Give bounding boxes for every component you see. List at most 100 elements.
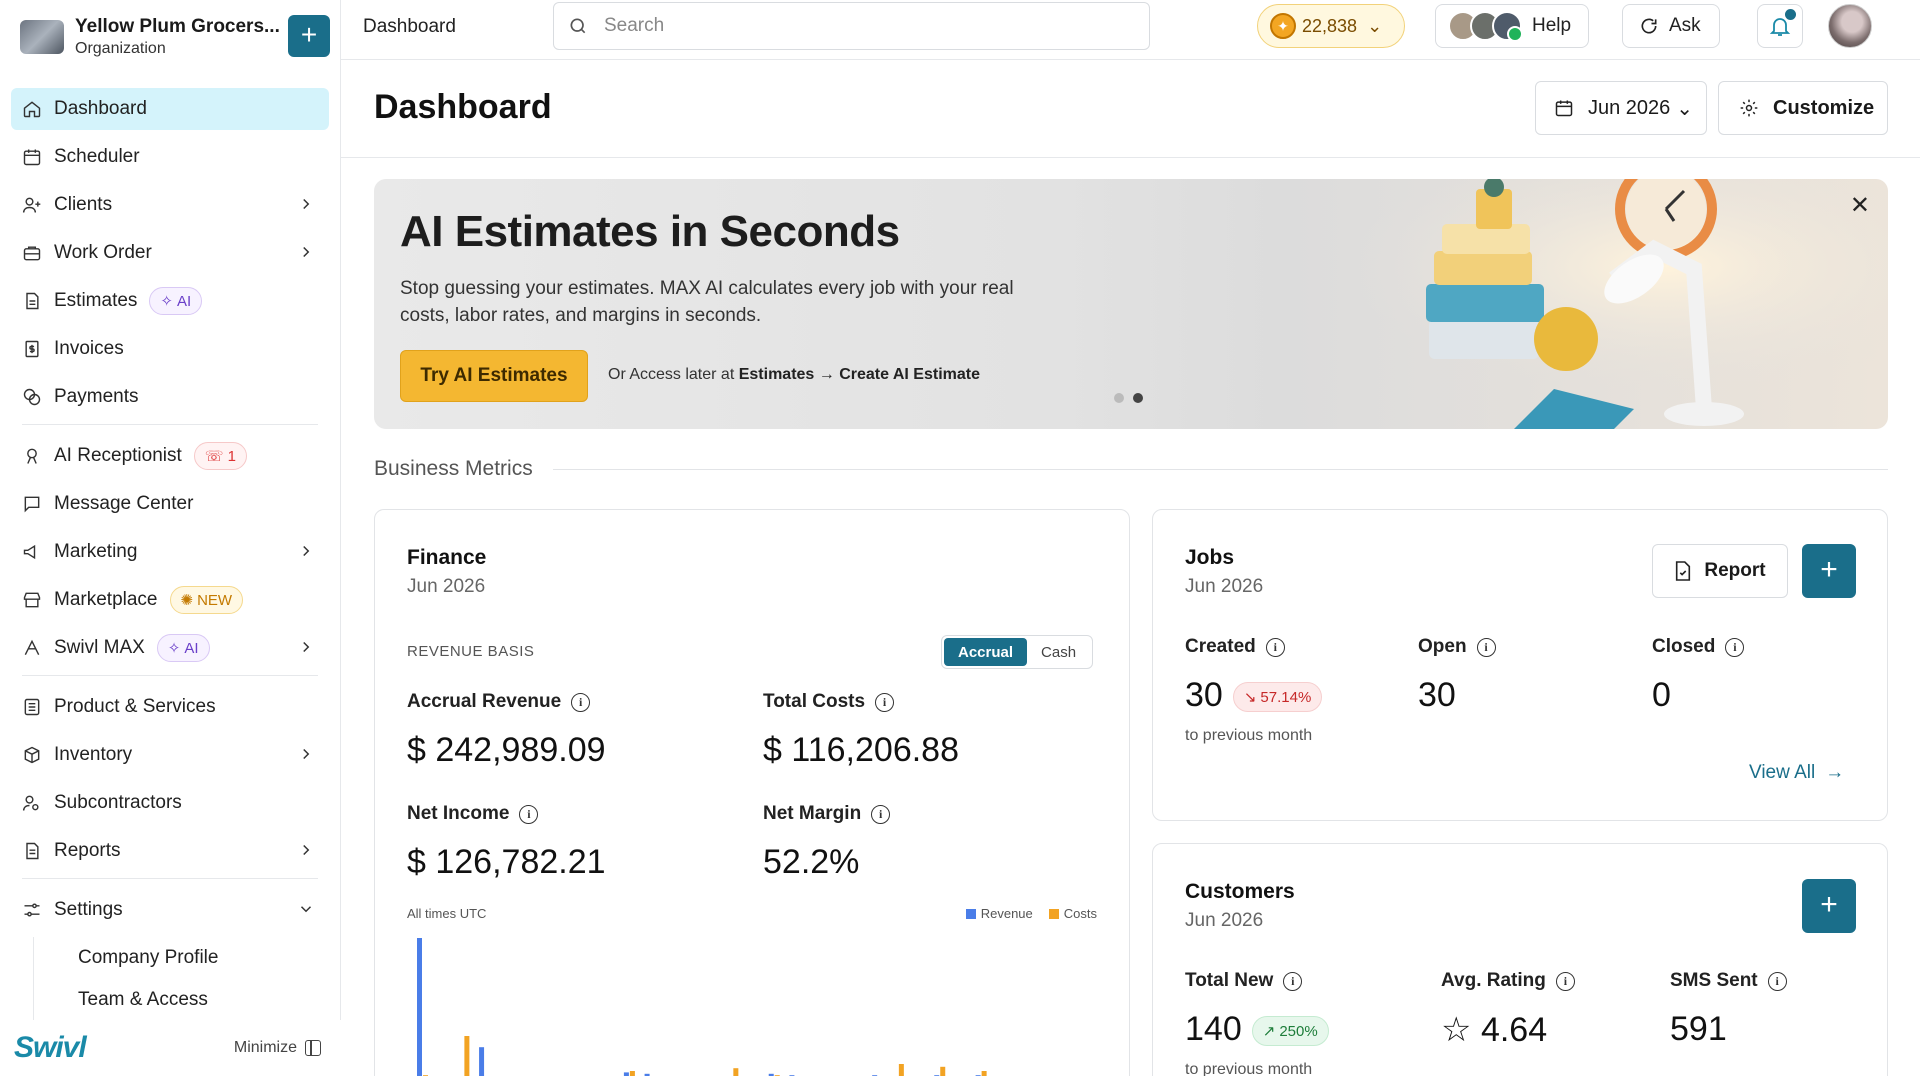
store-icon — [22, 590, 42, 610]
divider — [22, 424, 318, 425]
sidebar-subitem-company-profile[interactable]: Company Profile — [33, 937, 329, 979]
view-all-link[interactable]: View All → — [1749, 762, 1844, 784]
arrow-right-icon: → — [1825, 762, 1845, 783]
message-icon — [22, 494, 42, 514]
sidebar-item-clients[interactable]: Clients — [11, 184, 329, 226]
customize-button[interactable]: Customize — [1718, 81, 1888, 135]
carousel-dot-1[interactable] — [1114, 393, 1124, 403]
ask-button[interactable]: Ask — [1622, 4, 1720, 48]
info-icon[interactable]: i — [519, 804, 539, 824]
sidebar-item-payments[interactable]: Payments — [11, 376, 329, 418]
costs-bar — [898, 1064, 904, 1076]
credits-button[interactable]: ✦ 22,838 ⌄ — [1257, 4, 1405, 48]
close-icon[interactable]: ✕ — [1850, 191, 1870, 220]
sidebar-item-label: Swivl MAX — [54, 637, 145, 658]
quick-add-button[interactable]: + — [288, 15, 330, 57]
info-icon[interactable]: i — [1555, 971, 1575, 991]
minimize-button[interactable]: Minimize — [234, 1039, 327, 1057]
date-label: Jun 2026 — [1588, 96, 1671, 119]
metric-accrual-revenue: Accrual Revenue i $ 242,989.09 — [407, 691, 606, 769]
section-title: Business Metrics — [374, 457, 533, 480]
user-avatar[interactable] — [1828, 4, 1872, 48]
try-ai-estimates-button[interactable]: Try AI Estimates — [400, 350, 588, 402]
sidebar-subitem-team-access[interactable]: Team & Access — [33, 979, 329, 1021]
chevron-right-icon — [297, 195, 315, 213]
legend-costs: Costs — [1048, 906, 1097, 921]
home-icon — [22, 99, 42, 119]
notifications-button[interactable] — [1757, 4, 1803, 48]
sidebar-item-products[interactable]: Product & Services — [11, 686, 329, 728]
megaphone-icon — [22, 542, 42, 562]
metric-value: $ 116,206.88 — [763, 731, 959, 769]
add-customer-button[interactable]: + — [1802, 879, 1856, 933]
customers-card: Customers Jun 2026 + Total New i 140 ↗ 250… — [1152, 843, 1888, 1076]
sidebar-item-settings[interactable]: Settings — [11, 889, 329, 931]
sidebar-item-marketplace[interactable]: Marketplace ✺ NEW — [11, 579, 329, 621]
sidebar-item-subcontractors[interactable]: Subcontractors — [11, 782, 329, 824]
sidebar-item-inventory[interactable]: Inventory — [11, 734, 329, 776]
sidebar-item-marketing[interactable]: Marketing — [11, 531, 329, 573]
carousel-dot-2[interactable] — [1133, 393, 1143, 403]
sidebar-item-invoices[interactable]: Invoices — [11, 328, 329, 370]
info-icon[interactable]: i — [1476, 637, 1496, 657]
sidebar-item-swivl-max[interactable]: Swivl MAX ✧ AI — [11, 627, 329, 669]
sidebar-item-ai-receptionist[interactable]: AI Receptionist ☏ 1 — [11, 435, 329, 477]
sidebar-item-dashboard[interactable]: Dashboard — [11, 88, 329, 130]
costs-bar — [733, 1068, 739, 1076]
add-job-button[interactable]: + — [1802, 544, 1856, 598]
metric-avg-rating: Avg. Rating i ☆ 4.64 — [1441, 970, 1575, 1050]
chevron-right-icon — [297, 542, 315, 560]
chevron-right-icon — [297, 841, 315, 859]
file-icon — [1676, 561, 1691, 581]
info-icon[interactable]: i — [1283, 971, 1303, 991]
search-placeholder: Search — [604, 15, 665, 36]
help-button[interactable]: Help — [1435, 4, 1589, 48]
banner-illustration — [1254, 179, 1888, 429]
brand-logo: Swivl — [14, 1031, 87, 1064]
gear-icon — [1740, 99, 1758, 117]
invoice-icon — [22, 339, 42, 359]
compare-note: to previous month — [1185, 1061, 1313, 1076]
carousel-dots[interactable] — [1114, 393, 1143, 403]
sidebar: Yellow Plum Grocers... Organization + Da… — [0, 0, 341, 1076]
toggle-cash[interactable]: Cash — [1027, 638, 1090, 666]
sidebar-nav: Dashboard Scheduler Clients Work Order E… — [11, 88, 329, 1021]
report-button[interactable]: Report — [1652, 544, 1788, 598]
org-type: Organization — [75, 40, 166, 57]
receptionist-icon — [22, 446, 42, 466]
metric-total-new: Total New i 140 ↗ 250% to previous month — [1185, 970, 1329, 1076]
info-icon[interactable]: i — [875, 692, 895, 712]
sidebar-item-estimates[interactable]: Estimates ✧ AI — [11, 280, 329, 322]
users-icon — [22, 793, 42, 813]
info-icon[interactable]: i — [1767, 971, 1787, 991]
search-input[interactable]: Search — [553, 2, 1150, 50]
divider — [22, 675, 318, 676]
sidebar-item-reports[interactable]: Reports — [11, 830, 329, 872]
promo-banner: AI Estimates in Seconds Stop guessing yo… — [374, 179, 1888, 429]
card-title: Customers — [1185, 880, 1295, 903]
metric-value: 140 — [1185, 1010, 1242, 1048]
info-icon[interactable]: i — [571, 692, 591, 712]
banner-text: Stop guessing your estimates. MAX AI cal… — [400, 278, 1014, 326]
sidebar-item-scheduler[interactable]: Scheduler — [11, 136, 329, 178]
ai-badge: ✧ AI — [156, 634, 210, 662]
sidebar-item-label: Reports — [54, 840, 121, 861]
info-icon[interactable]: i — [1725, 637, 1745, 657]
banner-access-path[interactable]: Estimates → Create AI Estimate — [739, 366, 980, 383]
sidebar-item-label: Invoices — [54, 338, 124, 359]
box-icon — [22, 745, 42, 765]
costs-bar — [981, 1071, 987, 1076]
info-icon[interactable]: i — [1265, 637, 1285, 657]
org-switcher[interactable]: Yellow Plum Grocers... Organization + — [20, 12, 330, 62]
sidebar-item-label: Product & Services — [54, 696, 216, 717]
jobs-card: Jobs Jun 2026 Report + Created i 30 ↘ 57.1… — [1152, 509, 1888, 821]
card-title: Finance — [407, 546, 487, 569]
info-icon[interactable]: i — [871, 804, 891, 824]
toggle-accrual[interactable]: Accrual — [944, 638, 1028, 666]
org-name: Yellow Plum Grocers... — [75, 16, 280, 37]
sidebar-item-work-order[interactable]: Work Order — [11, 232, 329, 274]
date-picker-button[interactable]: Jun 2026 ⌄ — [1535, 81, 1707, 135]
sidebar-item-message-center[interactable]: Message Center — [11, 483, 329, 525]
sliders-icon — [22, 900, 42, 920]
sidebar-item-label: Inventory — [54, 744, 133, 765]
